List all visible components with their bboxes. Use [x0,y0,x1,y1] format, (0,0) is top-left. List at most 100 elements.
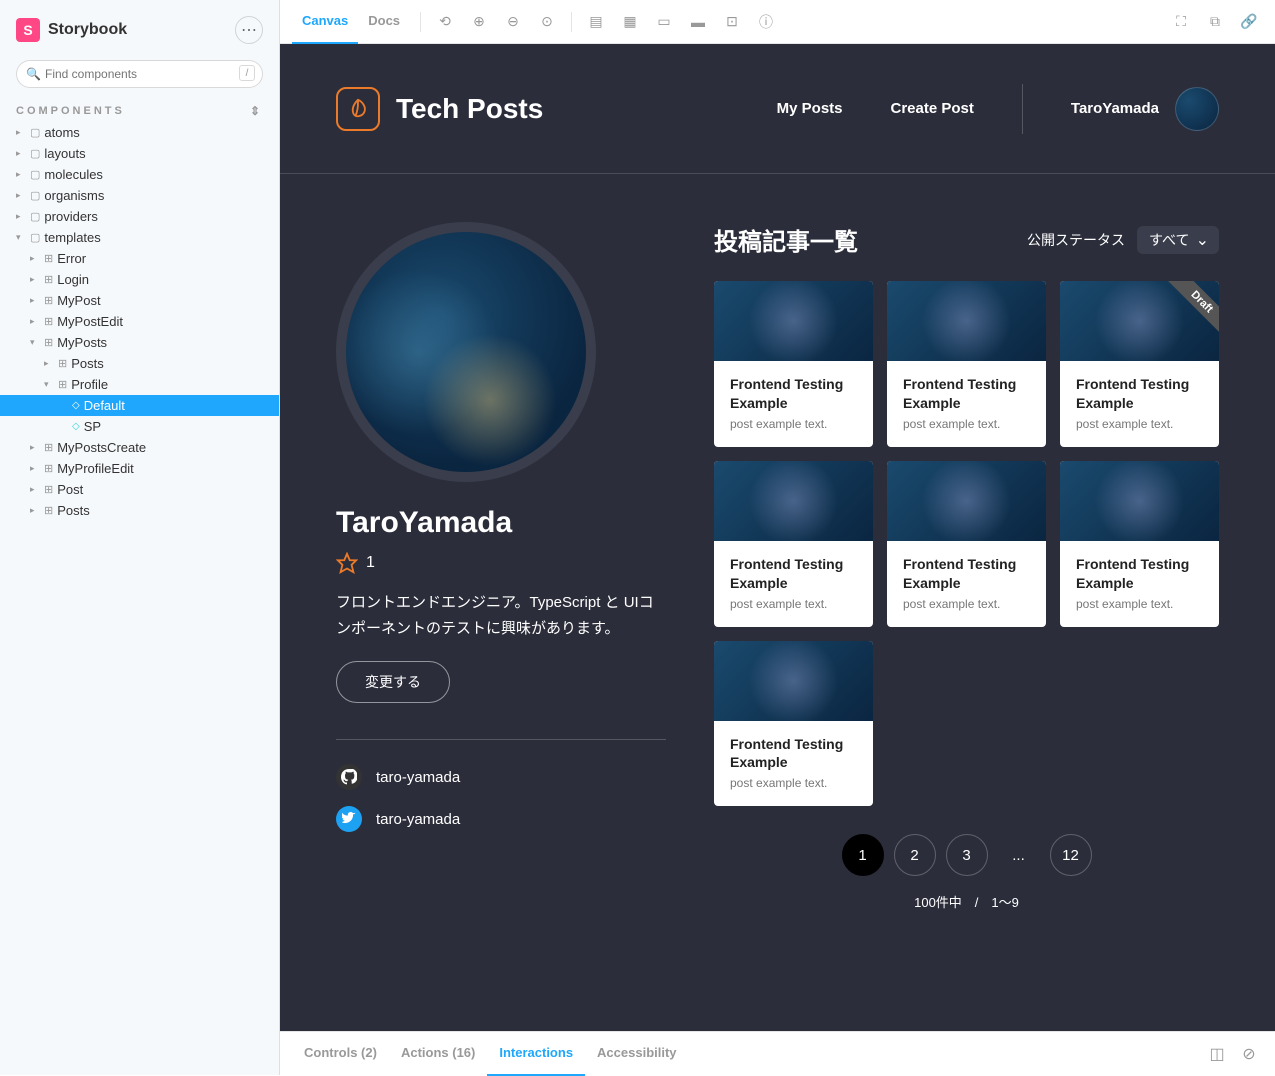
main-panel: CanvasDocs ⟲ ⊕ ⊖ ⊙ ▤ ▦ ▭ ▬ ⊡ ⓘ ⛶ ⧉ 🔗 Tec… [280,0,1275,1075]
app-title: Tech Posts [396,93,543,125]
tree-item-templates[interactable]: ▾▢templates [0,227,279,248]
app-logo[interactable]: Tech Posts [336,87,543,131]
leaf-icon [336,87,380,131]
card-image [887,281,1046,361]
grid-icon[interactable]: ▦ [616,8,644,36]
nav-my-posts[interactable]: My Posts [777,100,843,117]
chevron-icon: ▸ [16,127,26,138]
page-12[interactable]: 12 [1050,834,1092,876]
expand-collapse-icon[interactable]: ⇕ [250,104,263,118]
outline-icon[interactable]: ⊡ [718,8,746,36]
remount-icon[interactable]: ⟲ [431,8,459,36]
post-card[interactable]: Frontend Testing Examplepost example tex… [714,461,873,627]
post-card[interactable]: Frontend Testing Examplepost example tex… [887,461,1046,627]
chevron-icon: ▸ [16,169,26,180]
tree-item-posts[interactable]: ▸⊞Posts [0,353,279,374]
sidebar-menu-button[interactable]: ⋯ [235,16,263,44]
addon-tab-interactions[interactable]: Interactions [487,1032,585,1076]
fullscreen-icon[interactable]: ⛶ [1167,8,1195,36]
storybook-icon: S [16,18,40,42]
card-desc: post example text. [730,776,857,790]
component-icon: ⊞ [44,483,53,496]
tree-item-myposts[interactable]: ▾⊞MyPosts [0,332,279,353]
zoom-in-icon[interactable]: ⊕ [465,8,493,36]
social-github[interactable]: taro-yamada [336,764,666,790]
tree-item-posts[interactable]: ▸⊞Posts [0,500,279,521]
addon-panel-position-icon[interactable]: ◫ [1203,1040,1231,1068]
page-2[interactable]: 2 [894,834,936,876]
component-icon: ⊞ [44,462,53,475]
tree-label: SP [84,419,101,434]
tree-item-providers[interactable]: ▸▢providers [0,206,279,227]
card-image [1060,461,1219,541]
copy-link-icon[interactable]: 🔗 [1235,8,1263,36]
toolbar-separator [420,12,421,32]
divider [336,739,666,740]
zoom-out-icon[interactable]: ⊖ [499,8,527,36]
filter-label: 公開ステータス [1027,230,1125,250]
addon-close-icon[interactable]: ⊘ [1235,1040,1263,1068]
folder-icon: ▢ [30,168,40,181]
post-card[interactable]: Frontend Testing Examplepost example tex… [1060,461,1219,627]
addon-tab-controls[interactable]: Controls (2) [292,1032,389,1076]
social-twitter[interactable]: taro-yamada [336,806,666,832]
viewport-icon[interactable]: ▭ [650,8,678,36]
measure-icon[interactable]: ▬ [684,8,712,36]
post-card[interactable]: Frontend Testing Examplepost example tex… [887,281,1046,447]
profile-star: 1 [336,552,666,574]
tree-item-atoms[interactable]: ▸▢atoms [0,122,279,143]
search-input[interactable] [16,60,263,88]
tree-item-login[interactable]: ▸⊞Login [0,269,279,290]
tree-item-myprofileedit[interactable]: ▸⊞MyProfileEdit [0,458,279,479]
posts-panel: 投稿記事一覧 公開ステータス すべて Frontend Testing Exam… [714,222,1219,911]
chevron-icon: ▸ [44,358,54,369]
tab-canvas[interactable]: Canvas [292,0,358,44]
twitter-username: taro-yamada [376,811,460,828]
page-1[interactable]: 1 [842,834,884,876]
tree-label: MyPost [57,293,100,308]
posts-grid: Frontend Testing Example post example tex… [714,281,1219,806]
tab-docs[interactable]: Docs [358,0,410,44]
post-card[interactable]: Frontend Testing Examplepost example tex… [714,281,873,447]
tree-item-profile[interactable]: ▾⊞Profile [0,374,279,395]
card-title: Frontend Testing Example [1076,555,1203,593]
edit-profile-button[interactable]: 変更する [336,661,450,703]
accessibility-icon[interactable]: ⓘ [752,8,780,36]
component-icon: ⊞ [58,357,67,370]
tree-label: Default [84,398,125,413]
tree-label: templates [44,230,100,245]
story-icon: ◇ [72,400,80,411]
addon-tab-accessibility[interactable]: Accessibility [585,1032,689,1076]
post-card[interactable]: Frontend Testing Examplepost example tex… [714,641,873,807]
tree-item-default[interactable]: ◇ Default [0,395,279,416]
component-icon: ⊞ [44,441,53,454]
tree-item-mypost[interactable]: ▸⊞MyPost [0,290,279,311]
tree-item-post[interactable]: ▸⊞Post [0,479,279,500]
tree-item-mypostedit[interactable]: ▸⊞MyPostEdit [0,311,279,332]
chevron-icon: ▸ [30,484,40,495]
storybook-logo[interactable]: S Storybook [16,18,127,42]
open-new-tab-icon[interactable]: ⧉ [1201,8,1229,36]
github-username: taro-yamada [376,769,460,786]
toolbar: CanvasDocs ⟲ ⊕ ⊖ ⊙ ▤ ▦ ▭ ▬ ⊡ ⓘ ⛶ ⧉ 🔗 [280,0,1275,44]
tree-item-organisms[interactable]: ▸▢organisms [0,185,279,206]
nav-user[interactable]: TaroYamada [1071,87,1219,131]
background-icon[interactable]: ▤ [582,8,610,36]
page-3[interactable]: 3 [946,834,988,876]
tree-item-molecules[interactable]: ▸▢molecules [0,164,279,185]
tree-label: providers [44,209,97,224]
tree-item-mypostscreate[interactable]: ▸⊞MyPostsCreate [0,437,279,458]
post-card[interactable]: DraftFrontend Testing Examplepost exampl… [1060,281,1219,447]
tree-item-error[interactable]: ▸⊞Error [0,248,279,269]
tree-label: organisms [44,188,104,203]
tree-item-sp[interactable]: ◇SP [0,416,279,437]
filter-select[interactable]: すべて [1137,226,1219,254]
addon-tab-actions[interactable]: Actions (16) [389,1032,487,1076]
chevron-icon: ▸ [16,190,26,201]
section-header[interactable]: COMPONENTS ⇕ [0,100,279,122]
nav-create-post[interactable]: Create Post [891,100,974,117]
tree-label: atoms [44,125,79,140]
tree-item-layouts[interactable]: ▸▢layouts [0,143,279,164]
zoom-reset-icon[interactable]: ⊙ [533,8,561,36]
addons-panel: Controls (2)Actions (16)InteractionsAcce… [280,1031,1275,1075]
